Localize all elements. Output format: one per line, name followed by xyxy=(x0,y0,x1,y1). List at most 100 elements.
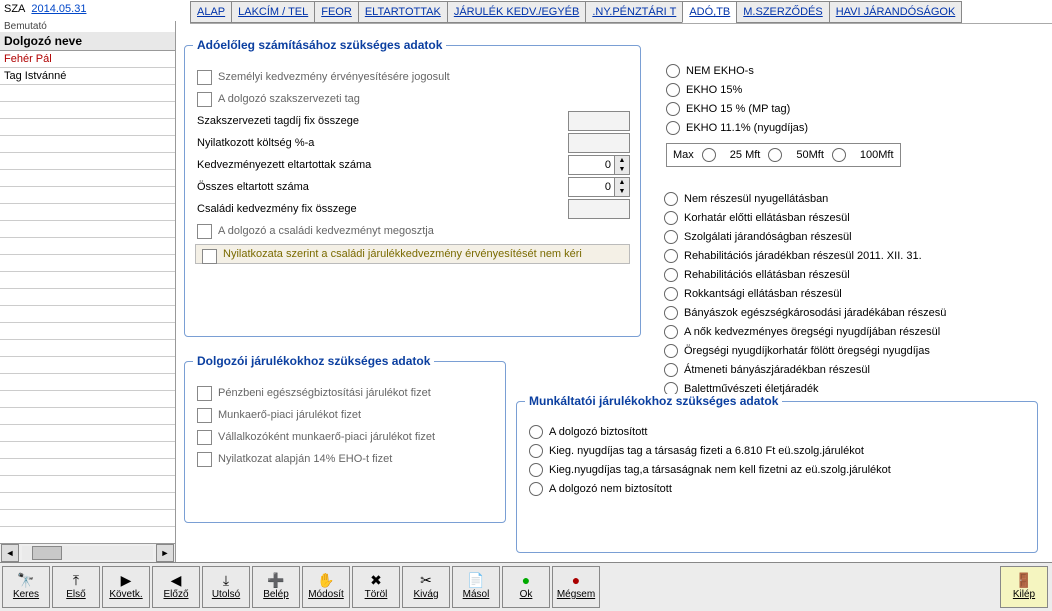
input-csaladi[interactable] xyxy=(568,199,630,219)
list-item[interactable] xyxy=(0,476,175,493)
list-item[interactable] xyxy=(0,102,175,119)
input-koltseg[interactable] xyxy=(568,133,630,153)
sidebar-hscroll[interactable]: ◄ ► xyxy=(0,543,175,562)
radio-nem-biztositott[interactable] xyxy=(529,482,543,496)
radio-nyug-1[interactable] xyxy=(664,211,678,225)
chk-szemelyi-kedv[interactable] xyxy=(197,70,212,85)
belep-button[interactable]: ➕Belép xyxy=(252,566,300,608)
radio-kieg-fizet[interactable] xyxy=(529,444,543,458)
input-tagdij[interactable] xyxy=(568,111,630,131)
radio-nyug-0[interactable] xyxy=(664,192,678,206)
spin-kedv-elt[interactable]: ▲▼ xyxy=(568,155,630,175)
kivag-button[interactable]: ✂Kivág xyxy=(402,566,450,608)
chk-megoszt[interactable] xyxy=(197,224,212,239)
chk-eho14[interactable] xyxy=(197,452,212,467)
date-link[interactable]: 2014.05.31 xyxy=(31,3,86,15)
spin-ossz-elt-value[interactable] xyxy=(569,180,614,194)
radio-nyug-3[interactable] xyxy=(664,249,678,263)
list-item[interactable] xyxy=(0,255,175,272)
radio-nyug-7[interactable] xyxy=(664,325,678,339)
employee-list[interactable]: Fehér Pál Tag Istvánné xyxy=(0,51,175,543)
chk-penzbeni[interactable] xyxy=(197,386,212,401)
copy-icon: 📄 xyxy=(467,571,484,589)
list-item[interactable] xyxy=(0,289,175,306)
tab-ado-tb[interactable]: ADÓ,TB xyxy=(682,1,737,23)
scroll-thumb[interactable] xyxy=(32,546,62,560)
radio-ekho-15[interactable] xyxy=(666,83,680,97)
elozo-button[interactable]: ◀Előző xyxy=(152,566,200,608)
chevron-down-icon[interactable]: ▼ xyxy=(615,187,629,196)
list-item[interactable] xyxy=(0,510,175,527)
list-item[interactable] xyxy=(0,527,175,543)
radio-kieg-nemfizet[interactable] xyxy=(529,463,543,477)
list-item[interactable] xyxy=(0,391,175,408)
list-item[interactable]: Fehér Pál xyxy=(0,51,175,68)
utolso-button[interactable]: ⤓Utolsó xyxy=(202,566,250,608)
radio-nyug-9[interactable] xyxy=(664,363,678,377)
list-item[interactable] xyxy=(0,221,175,238)
radio-nyug-5[interactable] xyxy=(664,287,678,301)
radio-nyug-6[interactable] xyxy=(664,306,678,320)
radio-ekho-none[interactable] xyxy=(666,64,680,78)
list-item[interactable] xyxy=(0,459,175,476)
radio-max-25[interactable] xyxy=(702,148,716,162)
list-item[interactable] xyxy=(0,357,175,374)
list-item[interactable] xyxy=(0,85,175,102)
list-item[interactable] xyxy=(0,170,175,187)
list-item[interactable] xyxy=(0,153,175,170)
list-item[interactable] xyxy=(0,493,175,510)
keres-button[interactable]: 🔭Keres xyxy=(2,566,50,608)
scroll-track[interactable] xyxy=(22,546,153,560)
tab-jarulek-kedv[interactable]: JÁRULÉK KEDV./EGYÉB xyxy=(447,1,587,23)
spin-kedv-elt-value[interactable] xyxy=(569,158,614,172)
scroll-right-icon[interactable]: ► xyxy=(156,544,174,562)
list-item[interactable] xyxy=(0,374,175,391)
list-item[interactable] xyxy=(0,442,175,459)
list-item[interactable] xyxy=(0,272,175,289)
tab-lakcim[interactable]: LAKCÍM / TEL xyxy=(231,1,315,23)
ok-button[interactable]: ●Ok xyxy=(502,566,550,608)
list-item[interactable]: Tag Istvánné xyxy=(0,68,175,85)
list-item[interactable] xyxy=(0,425,175,442)
modosit-button[interactable]: ✋Módosít xyxy=(302,566,350,608)
chk-vallalkozo[interactable] xyxy=(197,430,212,445)
lbl-ekho3: EKHO 11.1% (nyugdíjas) xyxy=(686,122,808,134)
radio-max-50[interactable] xyxy=(768,148,782,162)
radio-nyug-4[interactable] xyxy=(664,268,678,282)
tab-alap[interactable]: ALAP xyxy=(190,1,232,23)
radio-ekho-15mp[interactable] xyxy=(666,102,680,116)
kovetk-button[interactable]: ▶Követk. xyxy=(102,566,150,608)
tab-nypenztar[interactable]: .NY.PÉNZTÁRI T xyxy=(585,1,683,23)
torol-button[interactable]: ✖Töröl xyxy=(352,566,400,608)
chevron-up-icon[interactable]: ▲ xyxy=(615,178,629,187)
list-item[interactable] xyxy=(0,187,175,204)
chevron-down-icon[interactable]: ▼ xyxy=(615,165,629,174)
chk-nemkeri[interactable] xyxy=(202,249,217,264)
tab-feor[interactable]: FEOR xyxy=(314,1,359,23)
list-item[interactable] xyxy=(0,119,175,136)
list-item[interactable] xyxy=(0,408,175,425)
list-item[interactable] xyxy=(0,306,175,323)
radio-ekho-111[interactable] xyxy=(666,121,680,135)
tab-eltartottak[interactable]: ELTARTOTTAK xyxy=(358,1,448,23)
kilep-button[interactable]: 🚪Kilép xyxy=(1000,566,1048,608)
chk-szakszervezeti[interactable] xyxy=(197,92,212,107)
radio-biztositott[interactable] xyxy=(529,425,543,439)
radio-max-100[interactable] xyxy=(832,148,846,162)
list-item[interactable] xyxy=(0,323,175,340)
chevron-up-icon[interactable]: ▲ xyxy=(615,156,629,165)
masol-button[interactable]: 📄Másol xyxy=(452,566,500,608)
elso-button[interactable]: ⤒Első xyxy=(52,566,100,608)
chk-munkaero[interactable] xyxy=(197,408,212,423)
list-item[interactable] xyxy=(0,204,175,221)
list-item[interactable] xyxy=(0,136,175,153)
megsem-button[interactable]: ●Mégsem xyxy=(552,566,600,608)
radio-nyug-2[interactable] xyxy=(664,230,678,244)
radio-nyug-8[interactable] xyxy=(664,344,678,358)
list-item[interactable] xyxy=(0,340,175,357)
tab-havi-jar[interactable]: HAVI JÁRANDÓSÁGOK xyxy=(829,1,963,23)
list-item[interactable] xyxy=(0,238,175,255)
scroll-left-icon[interactable]: ◄ xyxy=(1,544,19,562)
tab-mszerzodes[interactable]: M.SZERZŐDÉS xyxy=(736,1,829,23)
spin-ossz-elt[interactable]: ▲▼ xyxy=(568,177,630,197)
